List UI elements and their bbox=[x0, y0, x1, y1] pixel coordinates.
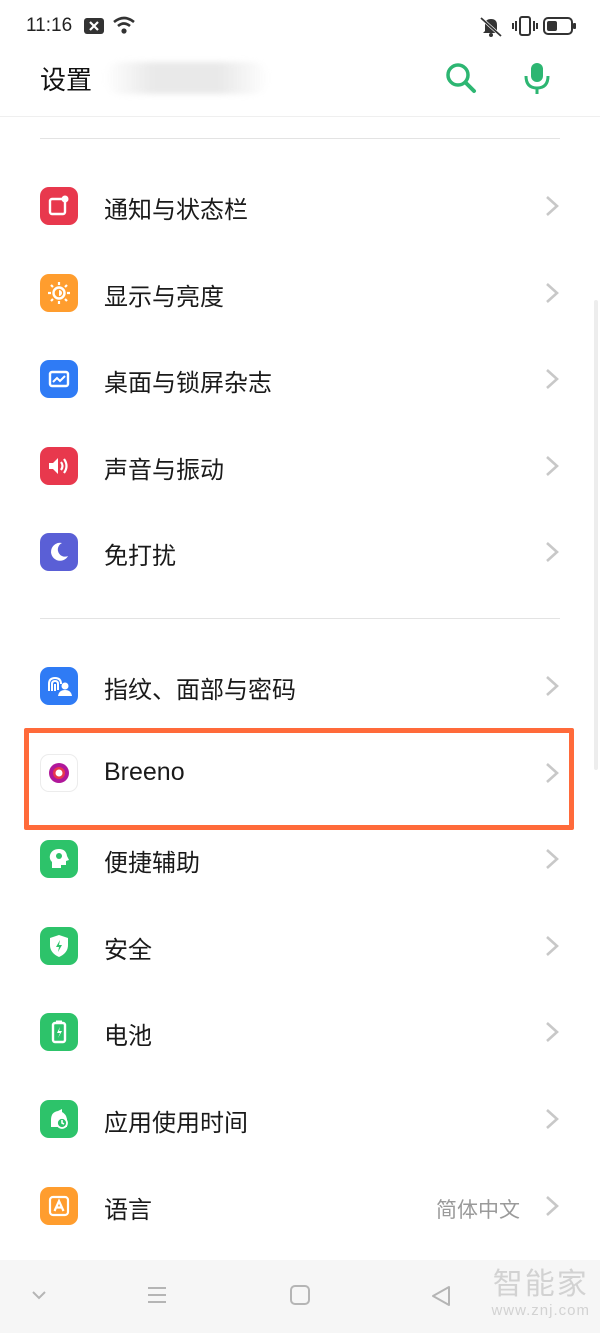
fingerprint-face-icon bbox=[40, 667, 78, 705]
brightness-icon bbox=[40, 274, 78, 312]
settings-item-app-usage[interactable]: 应用使用时间 bbox=[0, 1076, 600, 1162]
watermark: 智能家 www.znj.com bbox=[491, 1267, 590, 1320]
settings-item-security-biometrics[interactable]: 指纹、面部与密码 bbox=[0, 643, 600, 729]
notification-icon bbox=[40, 187, 78, 225]
settings-item-label: 显示与亮度 bbox=[104, 283, 224, 311]
vibrate-icon bbox=[512, 16, 538, 36]
back-icon[interactable] bbox=[429, 1284, 453, 1308]
settings-item-label: 语言 bbox=[104, 1196, 152, 1224]
shield-icon bbox=[40, 927, 78, 965]
settings-item-label: 应用使用时间 bbox=[104, 1109, 248, 1137]
title-bar: 设置 bbox=[0, 54, 600, 116]
battery-charge-icon bbox=[40, 1013, 78, 1051]
settings-item-battery[interactable]: 电池 bbox=[0, 989, 600, 1075]
app-time-icon bbox=[40, 1100, 78, 1138]
settings-item-label: 电池 bbox=[104, 1022, 152, 1050]
settings-item-language[interactable]: 语言 简体中文 bbox=[0, 1163, 600, 1249]
chevron-right-icon bbox=[546, 542, 559, 562]
home-icon[interactable] bbox=[289, 1284, 311, 1306]
wallpaper-icon bbox=[40, 360, 78, 398]
settings-item-label: 声音与振动 bbox=[104, 456, 224, 484]
settings-item-label: 便捷辅助 bbox=[104, 849, 200, 877]
settings-item-label: 免打扰 bbox=[104, 542, 176, 570]
settings-item-security[interactable]: 安全 bbox=[0, 903, 600, 989]
collapse-icon[interactable] bbox=[30, 1288, 48, 1302]
wifi-icon bbox=[113, 16, 135, 34]
chevron-right-icon bbox=[546, 456, 559, 476]
section-divider bbox=[40, 618, 560, 619]
chevron-right-icon bbox=[546, 936, 559, 956]
chevron-right-icon bbox=[546, 849, 559, 869]
settings-item-wallpaper[interactable]: 桌面与锁屏杂志 bbox=[0, 336, 600, 422]
chevron-right-icon bbox=[546, 283, 559, 303]
highlight-box bbox=[24, 728, 574, 830]
mute-icon bbox=[479, 16, 503, 37]
language-icon bbox=[40, 1187, 78, 1225]
settings-item-notifications[interactable]: 通知与状态栏 bbox=[0, 163, 600, 249]
settings-item-dnd[interactable]: 免打扰 bbox=[0, 509, 600, 595]
settings-item-label: 指纹、面部与密码 bbox=[104, 676, 296, 704]
header-divider bbox=[0, 116, 600, 117]
settings-item-assist[interactable]: 便捷辅助 bbox=[0, 816, 600, 902]
section-divider bbox=[40, 138, 560, 139]
chevron-right-icon bbox=[546, 1022, 559, 1042]
mic-icon[interactable] bbox=[519, 60, 555, 96]
settings-item-label: 桌面与锁屏杂志 bbox=[104, 369, 272, 397]
language-value: 简体中文 bbox=[436, 1198, 520, 1222]
assist-icon bbox=[40, 840, 78, 878]
chevron-right-icon bbox=[546, 676, 559, 696]
moon-icon bbox=[40, 533, 78, 571]
volume-icon bbox=[40, 447, 78, 485]
chevron-right-icon bbox=[546, 1109, 559, 1129]
watermark-title: 智能家 bbox=[492, 1267, 589, 1302]
settings-item-sound[interactable]: 声音与振动 bbox=[0, 423, 600, 509]
settings-item-display[interactable]: 显示与亮度 bbox=[0, 250, 600, 336]
blurred-region bbox=[104, 62, 269, 94]
chevron-right-icon bbox=[546, 1196, 559, 1216]
chevron-right-icon bbox=[546, 196, 559, 216]
notification-x-icon bbox=[84, 18, 104, 34]
search-icon[interactable] bbox=[443, 60, 479, 96]
settings-item-label: 通知与状态栏 bbox=[104, 196, 248, 224]
menu-icon[interactable] bbox=[146, 1284, 168, 1306]
status-time: 11:16 bbox=[26, 15, 73, 36]
scrollbar[interactable] bbox=[594, 300, 598, 770]
navigation-bar: 智能家 www.znj.com bbox=[0, 1260, 600, 1333]
settings-item-label: 安全 bbox=[104, 936, 152, 964]
status-bar: 11:16 bbox=[0, 0, 600, 54]
watermark-url: www.znj.com bbox=[491, 1302, 590, 1319]
battery-icon bbox=[543, 17, 576, 35]
chevron-right-icon bbox=[546, 369, 559, 389]
page-title: 设置 bbox=[40, 66, 93, 96]
